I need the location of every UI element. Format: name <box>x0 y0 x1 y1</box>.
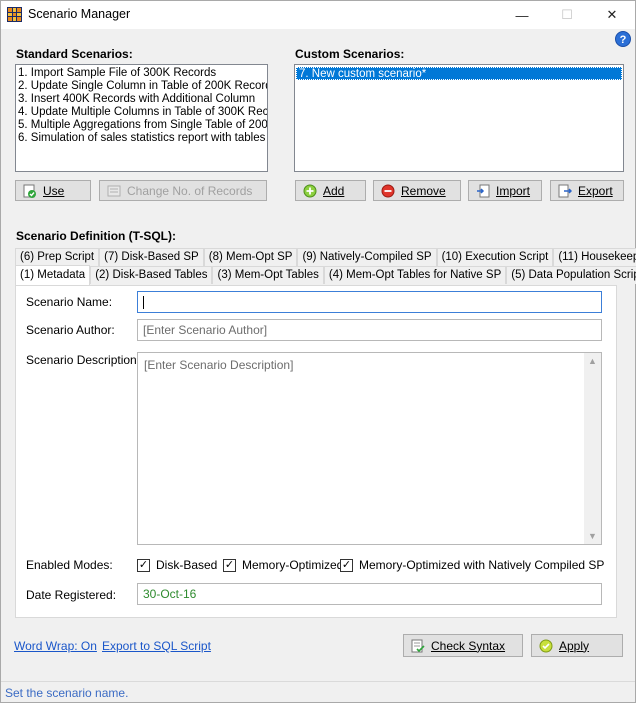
close-button[interactable]: ✕ <box>589 1 635 29</box>
standard-scenario-item[interactable]: 2. Update Single Column in Table of 200K… <box>16 80 267 93</box>
mode-native-compiled-checkbox[interactable]: ✓ Memory-Optimized with Natively Compiled… <box>340 558 604 572</box>
scenario-description-textarea[interactable]: [Enter Scenario Description] ▲ ▼ <box>137 352 602 545</box>
tab-5-data-population-script[interactable]: (5) Data Population Script <box>506 266 636 284</box>
description-scrollbar[interactable]: ▲ ▼ <box>584 353 601 544</box>
window-title: Scenario Manager <box>28 7 131 21</box>
use-icon <box>23 184 37 198</box>
scenario-description-label: Scenario Description: <box>26 353 141 367</box>
custom-scenarios-label: Custom Scenarios: <box>295 47 405 61</box>
maximize-button[interactable]: ☐ <box>544 1 590 29</box>
check-syntax-button[interactable]: Check Syntax <box>403 634 523 657</box>
word-wrap-link[interactable]: Word Wrap: On <box>14 639 97 653</box>
use-button[interactable]: Use <box>15 180 91 201</box>
add-button[interactable]: Add <box>295 180 366 201</box>
standard-scenario-item[interactable]: 1. Import Sample File of 300K Records <box>16 67 267 80</box>
apply-icon <box>539 639 553 653</box>
status-bar: Set the scenario name. <box>1 681 635 702</box>
mode-memory-optimized-checkbox[interactable]: ✓ Memory-Optimized <box>223 558 343 572</box>
tab-7-disk-based-sp[interactable]: (7) Disk-Based SP <box>99 248 204 266</box>
mode-native-compiled-label: Memory-Optimized with Natively Compiled … <box>359 558 605 572</box>
remove-button-label: Remove <box>401 183 446 198</box>
scenario-author-input[interactable]: [Enter Scenario Author] <box>137 319 602 341</box>
export-button[interactable]: Export <box>550 180 624 201</box>
standard-scenario-item[interactable]: 6. Simulation of sales statistics report… <box>16 132 267 145</box>
scenario-author-label: Scenario Author: <box>26 323 115 337</box>
import-button-label: Import <box>496 183 531 198</box>
scenario-manager-window: Scenario Manager — ☐ ✕ ? Standard Scenar… <box>0 0 636 703</box>
custom-scenarios-list[interactable]: 7. New custom scenario* <box>294 64 624 172</box>
tab-row-1: (6) Prep Script (7) Disk-Based SP (8) Mem-… <box>15 248 636 266</box>
tab-11-housekeeping[interactable]: (11) Housekeeping <box>553 248 636 266</box>
tab-10-execution-script[interactable]: (10) Execution Script <box>436 248 554 266</box>
mode-memory-optimized-label: Memory-Optimized <box>242 558 344 572</box>
standard-scenario-item[interactable]: 3. Insert 400K Records with Additional C… <box>16 93 267 106</box>
standard-scenario-item[interactable]: 4. Update Multiple Columns in Table of 3… <box>16 106 267 119</box>
app-grid-icon <box>7 7 22 22</box>
tab-row-2: (1) Metadata (2) Disk-Based Tables (3) Mem… <box>15 265 636 285</box>
checkmark-icon: ✓ <box>223 558 236 572</box>
mode-disk-based-label: Disk-Based <box>156 558 218 572</box>
enabled-modes-label: Enabled Modes: <box>26 558 113 572</box>
export-icon <box>558 184 572 198</box>
tab-4-mem-opt-tables-for-native-sp[interactable]: (4) Mem-Opt Tables for Native SP <box>323 266 507 284</box>
scenario-definition-label: Scenario Definition (T-SQL): <box>16 229 177 243</box>
scenario-description-placeholder: [Enter Scenario Description] <box>144 358 294 372</box>
change-records-button[interactable]: Change No. of Records <box>99 180 267 201</box>
date-registered-field[interactable]: 30-Oct-16 <box>137 583 602 605</box>
tab-6-prep-script[interactable]: (6) Prep Script <box>15 248 100 266</box>
use-button-label: Use <box>43 183 65 198</box>
export-sql-link[interactable]: Export to SQL Script <box>102 639 211 653</box>
check-syntax-icon <box>411 639 425 653</box>
tab-1-metadata[interactable]: (1) Metadata <box>15 265 91 285</box>
help-icon[interactable]: ? <box>615 31 631 47</box>
scenario-name-input[interactable] <box>137 291 602 313</box>
add-icon <box>303 184 317 198</box>
date-registered-label: Date Registered: <box>26 588 117 602</box>
tab-9-natively-compiled-sp[interactable]: (9) Natively-Compiled SP <box>297 248 437 266</box>
import-icon <box>476 184 490 198</box>
change-records-label: Change No. of Records <box>127 183 253 198</box>
standard-scenarios-label: Standard Scenarios: <box>16 47 133 61</box>
check-syntax-label: Check Syntax <box>431 638 506 653</box>
standard-scenarios-list[interactable]: 1. Import Sample File of 300K Records 2. … <box>15 64 268 172</box>
apply-button[interactable]: Apply <box>531 634 623 657</box>
standard-scenario-item[interactable]: 5. Multiple Aggregations from Single Tab… <box>16 119 267 132</box>
checkmark-icon: ✓ <box>137 558 150 572</box>
import-button[interactable]: Import <box>468 180 542 201</box>
add-button-label: Add <box>323 183 345 198</box>
export-button-label: Export <box>578 183 613 198</box>
mode-disk-based-checkbox[interactable]: ✓ Disk-Based <box>137 558 217 572</box>
scroll-up-icon[interactable]: ▲ <box>588 356 597 366</box>
tab-2-disk-based-tables[interactable]: (2) Disk-Based Tables <box>90 266 213 284</box>
remove-button[interactable]: Remove <box>373 180 461 201</box>
title-bar: Scenario Manager — ☐ ✕ <box>1 1 635 29</box>
apply-label: Apply <box>559 638 590 653</box>
scenario-name-label: Scenario Name: <box>26 295 113 309</box>
scroll-down-icon[interactable]: ▼ <box>588 531 597 541</box>
custom-scenario-item[interactable]: 7. New custom scenario* <box>296 67 622 80</box>
remove-icon <box>381 184 395 198</box>
minimize-button[interactable]: — <box>499 1 545 29</box>
tab-3-mem-opt-tables[interactable]: (3) Mem-Opt Tables <box>212 266 324 284</box>
change-records-icon <box>107 184 121 198</box>
checkmark-icon: ✓ <box>340 558 353 572</box>
tab-8-mem-opt-sp[interactable]: (8) Mem-Opt SP <box>203 248 298 266</box>
